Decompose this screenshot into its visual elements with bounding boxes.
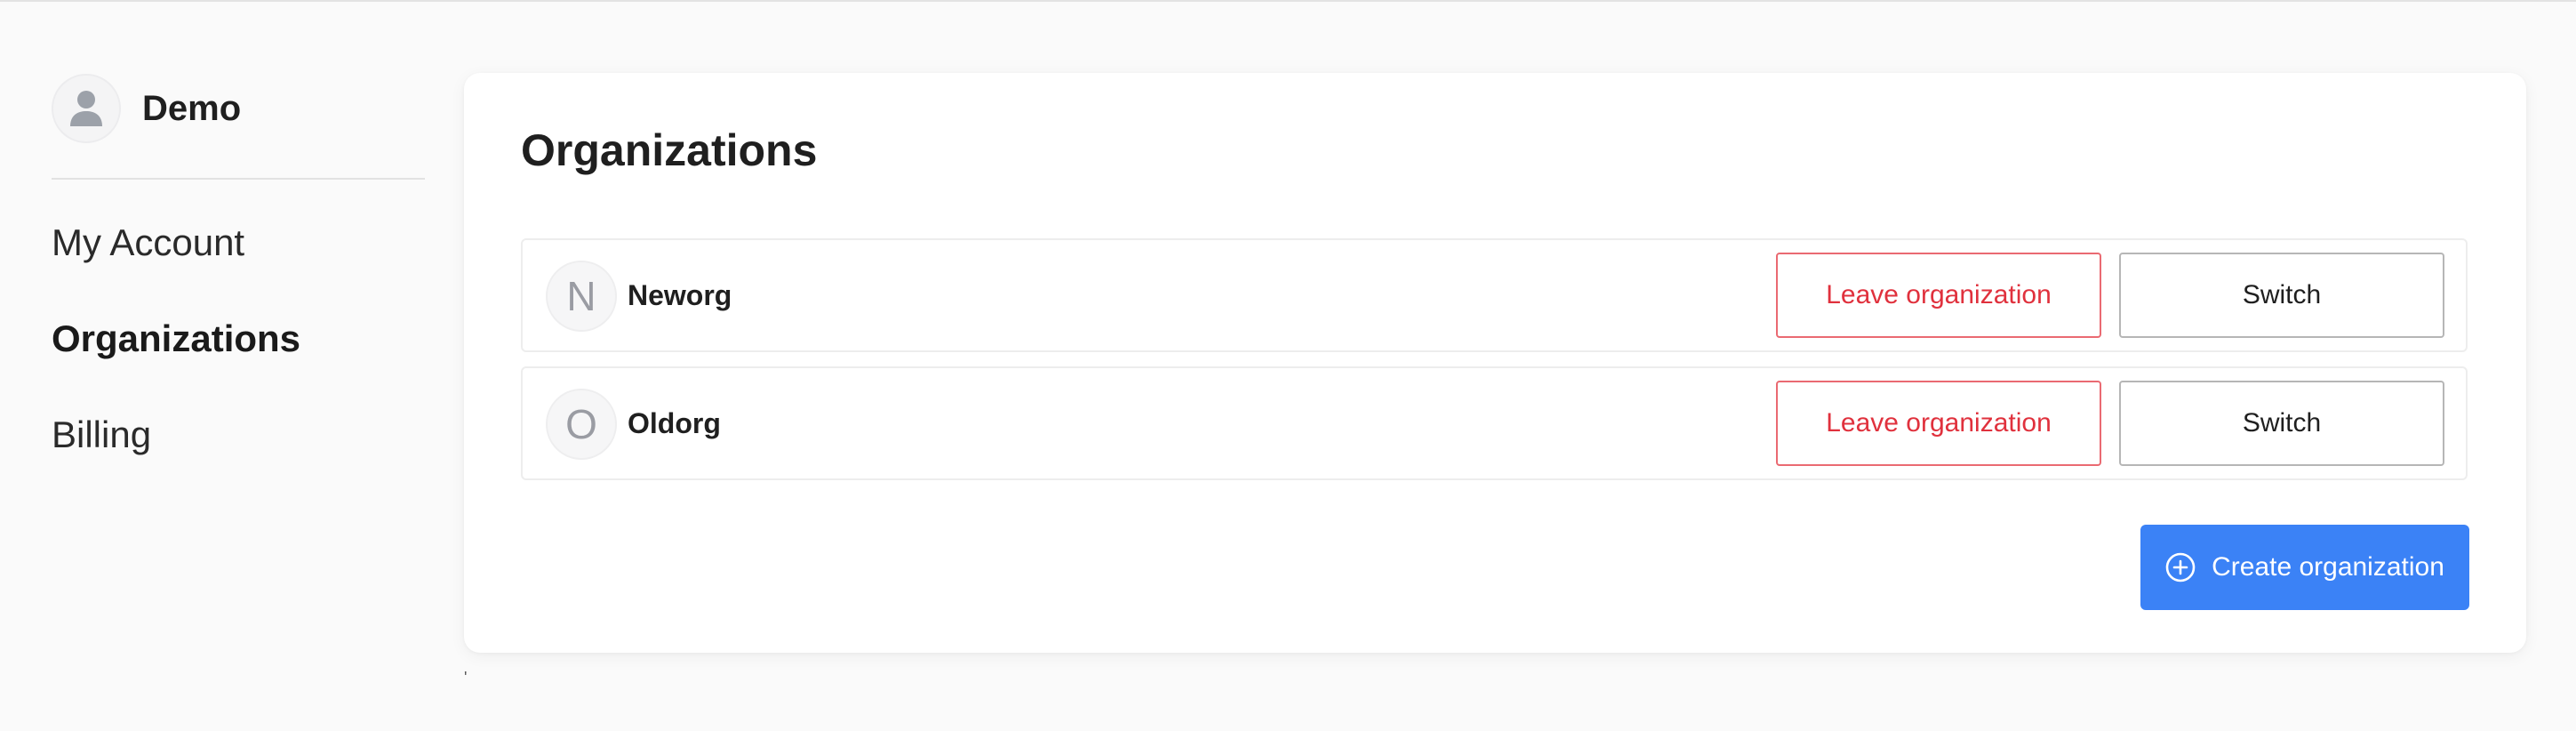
organization-avatar: O [546, 389, 617, 460]
top-border [0, 0, 2576, 2]
user-icon [70, 91, 102, 126]
sidebar-nav: My Account Organizations Billing [52, 217, 425, 505]
sidebar-item-my-account[interactable]: My Account [52, 217, 425, 313]
sidebar-divider [52, 178, 425, 180]
sidebar-item-organizations[interactable]: Organizations [52, 313, 425, 409]
footer-mark: ' [464, 669, 468, 687]
organization-avatar: N [546, 261, 617, 332]
organization-row: N Neworg Leave organization Switch [521, 238, 2468, 352]
create-organization-button[interactable]: Create organization [2140, 525, 2469, 610]
sidebar-item-billing[interactable]: Billing [52, 409, 425, 505]
page-title: Organizations [521, 125, 818, 175]
plus-circle-icon [2165, 552, 2196, 582]
sidebar: Demo My Account Organizations Billing [52, 71, 425, 505]
switch-organization-button[interactable]: Switch [2119, 381, 2444, 466]
organization-name: Oldorg [628, 407, 721, 439]
leave-organization-button[interactable]: Leave organization [1776, 253, 2101, 338]
switch-organization-button[interactable]: Switch [2119, 253, 2444, 338]
create-organization-label: Create organization [2212, 552, 2444, 582]
leave-organization-button[interactable]: Leave organization [1776, 381, 2101, 466]
profile-name: Demo [142, 88, 242, 128]
organizations-card: Organizations N Neworg Leave organizatio… [464, 73, 2526, 653]
avatar [52, 74, 121, 143]
organization-name: Neworg [628, 279, 732, 311]
user-profile[interactable]: Demo [52, 71, 425, 146]
organization-row: O Oldorg Leave organization Switch [521, 366, 2468, 480]
